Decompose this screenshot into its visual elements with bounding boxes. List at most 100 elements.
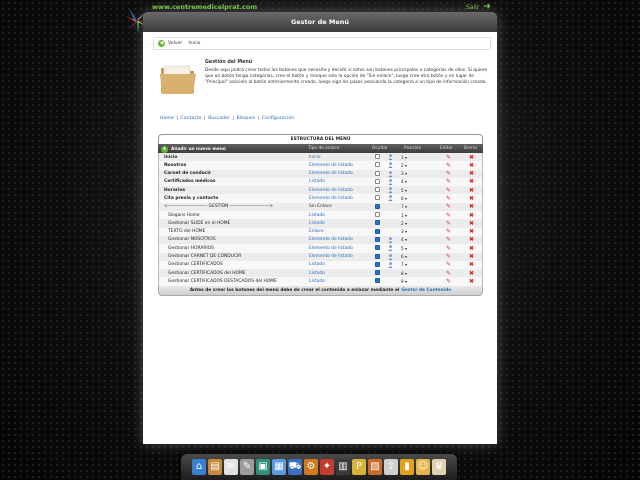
edit-icon[interactable]: ✎ xyxy=(446,278,451,285)
position-select[interactable]: 8 xyxy=(401,271,407,276)
delete-icon[interactable]: ✖ xyxy=(469,195,474,202)
edit-icon[interactable]: ✎ xyxy=(446,261,451,268)
position-select[interactable]: 1 xyxy=(401,213,407,218)
position-select[interactable]: 7 xyxy=(401,262,407,267)
site-url[interactable]: www.centremedicelprat.com xyxy=(152,3,257,11)
edit-icon[interactable]: ✎ xyxy=(446,187,451,194)
hide-checkbox[interactable] xyxy=(375,245,380,251)
upload-icon[interactable]: ⇪ xyxy=(384,459,398,475)
edit-icon[interactable]: ✎ xyxy=(446,162,451,169)
delete-icon[interactable]: ✖ xyxy=(469,187,474,194)
delete-icon[interactable]: ✖ xyxy=(469,154,474,161)
delete-icon[interactable]: ✖ xyxy=(469,170,474,177)
edit-icon[interactable]: ✎ xyxy=(446,228,451,235)
user-icon[interactable] xyxy=(388,245,393,252)
breadcrumb-current[interactable]: Inicio xyxy=(188,41,200,46)
delete-icon[interactable]: ✖ xyxy=(469,178,474,185)
position-select[interactable]: 2 xyxy=(401,221,407,226)
row-link-type[interactable]: Elemento de listado xyxy=(309,171,353,176)
hide-checkbox[interactable] xyxy=(375,228,380,234)
edit-icon[interactable]: ✎ xyxy=(446,220,451,227)
row-link-type[interactable]: Elemento de listado xyxy=(309,254,353,259)
delete-icon[interactable]: ✖ xyxy=(469,236,474,243)
delete-icon[interactable]: ✖ xyxy=(469,278,474,285)
hide-checkbox[interactable] xyxy=(375,178,380,184)
delete-icon[interactable]: ✖ xyxy=(469,245,474,252)
folder-icon[interactable]: ▤ xyxy=(208,459,222,475)
delete-icon[interactable]: ✖ xyxy=(469,220,474,227)
row-link-type[interactable]: Elemento de listado xyxy=(309,163,353,168)
row-link-type[interactable]: Elemento de listado xyxy=(309,246,353,251)
hide-checkbox[interactable] xyxy=(375,212,380,218)
nav-link-configuracion[interactable]: Configuración xyxy=(262,116,295,121)
position-select[interactable]: 5 xyxy=(401,246,407,251)
hide-checkbox[interactable] xyxy=(375,253,380,259)
exit-link[interactable]: Salir ➜ xyxy=(466,2,491,12)
calendar-icon[interactable]: ▦ xyxy=(272,459,286,475)
nav-link-contacto[interactable]: Contacto xyxy=(180,116,201,121)
delete-icon[interactable]: ✖ xyxy=(469,228,474,235)
hide-checkbox[interactable] xyxy=(375,203,380,209)
edit-icon[interactable]: ✎ xyxy=(446,270,451,277)
stats-icon[interactable]: ▮ xyxy=(400,459,414,475)
hide-checkbox[interactable] xyxy=(375,261,380,267)
delete-icon[interactable]: ✖ xyxy=(469,253,474,260)
monitor-icon[interactable]: ▣ xyxy=(256,459,270,475)
row-link-type[interactable]: Sin Enlace xyxy=(309,204,332,209)
edit-icon[interactable]: ✎ xyxy=(446,236,451,243)
user-icon[interactable] xyxy=(388,187,393,194)
edit-icon[interactable]: ✎ xyxy=(446,203,451,210)
hide-checkbox[interactable] xyxy=(375,170,380,176)
user-icon[interactable] xyxy=(388,237,393,243)
row-link-type[interactable]: Listado xyxy=(309,271,325,276)
delete-icon[interactable]: ✖ xyxy=(469,270,474,277)
back-button[interactable]: ◀ Volver xyxy=(158,40,182,47)
user-icon[interactable] xyxy=(388,170,393,177)
hide-checkbox[interactable] xyxy=(375,162,380,168)
edit-icon[interactable]: ✎ xyxy=(446,245,451,252)
position-select[interactable]: 3 xyxy=(401,171,407,176)
position-select[interactable]: 4 xyxy=(401,237,407,242)
row-link-type[interactable]: Listado xyxy=(309,179,325,184)
delete-icon[interactable]: ✖ xyxy=(469,162,474,169)
user-icon[interactable] xyxy=(388,154,393,160)
position-select[interactable]: 4 xyxy=(401,179,407,184)
gear-icon[interactable]: ⚙ xyxy=(304,459,318,475)
position-select[interactable]: 1 xyxy=(401,155,407,160)
nav-link-bloques[interactable]: Bloques xyxy=(237,116,256,121)
row-link-type[interactable]: Listado xyxy=(309,221,325,226)
hide-checkbox[interactable] xyxy=(375,270,380,276)
shop-icon[interactable]: ⛟ xyxy=(288,459,302,475)
edit-icon[interactable]: ✎ xyxy=(446,154,451,161)
position-select[interactable]: 3 xyxy=(401,229,407,234)
user-icon[interactable]: ☺ xyxy=(416,459,430,475)
hide-checkbox[interactable] xyxy=(375,236,380,242)
newsletter-icon[interactable]: ▥ xyxy=(336,459,350,475)
delete-icon[interactable]: ✖ xyxy=(469,212,474,219)
row-link-type[interactable]: Enlace xyxy=(309,229,324,234)
hide-checkbox[interactable] xyxy=(375,154,380,159)
user-icon[interactable] xyxy=(388,179,393,185)
content-manager-link[interactable]: Gestor de Contenido xyxy=(401,288,451,293)
edit-icon[interactable]: ✎ xyxy=(446,178,451,185)
home-icon[interactable]: ⌂ xyxy=(192,459,206,475)
edit-icon[interactable]: ✎ xyxy=(446,170,451,177)
row-link-type[interactable]: Listado xyxy=(309,279,325,284)
user-icon[interactable] xyxy=(388,162,393,169)
nav-link-home[interactable]: Home xyxy=(160,116,174,121)
delete-icon[interactable]: ✖ xyxy=(469,203,474,210)
row-link-type[interactable]: Listado xyxy=(309,213,325,218)
position-select[interactable]: 6 xyxy=(401,196,407,201)
edit-icon[interactable]: ✎ xyxy=(446,212,451,219)
edit-icon[interactable]: ✎ xyxy=(446,195,451,202)
position-select[interactable]: 7 xyxy=(401,204,407,209)
position-select[interactable]: 6 xyxy=(401,254,407,259)
position-select[interactable]: 5 xyxy=(401,188,407,193)
delete-icon[interactable]: ✖ xyxy=(469,261,474,268)
edit-icon[interactable]: ✎ xyxy=(446,253,451,260)
position-select[interactable]: 2 xyxy=(401,163,407,168)
trophy-icon[interactable]: ♛ xyxy=(432,459,446,475)
hide-checkbox[interactable] xyxy=(375,195,380,201)
row-link-type[interactable]: Elemento de listado xyxy=(309,237,353,242)
hide-checkbox[interactable] xyxy=(375,220,380,226)
